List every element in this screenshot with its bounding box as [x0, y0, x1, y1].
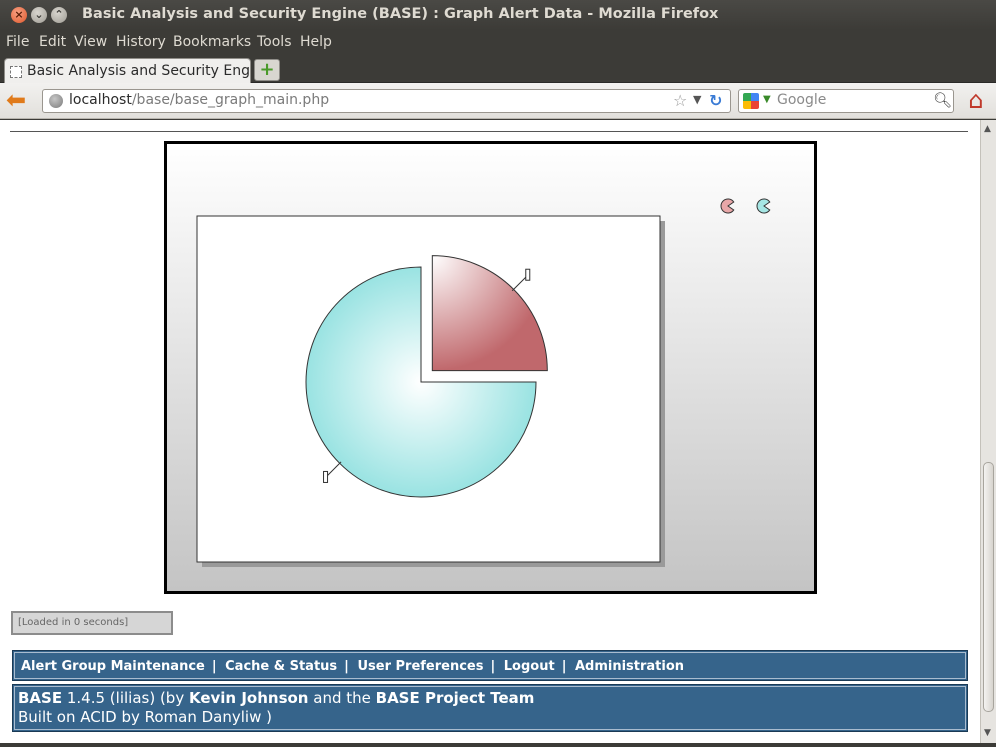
url-host: localhost — [69, 92, 132, 108]
tab-bar: Basic Analysis and Security Eng... + — [0, 56, 996, 84]
footer-credits: BASE 1.4.5 (lilias) (by Kevin Johnson an… — [12, 684, 968, 732]
menu-history[interactable]: History — [116, 34, 166, 50]
and-text: and the — [308, 689, 376, 707]
legend-marker — [720, 198, 735, 214]
chevron-down-icon[interactable]: ▼ — [693, 93, 701, 106]
slice-label-box — [323, 470, 329, 483]
product-name: BASE — [18, 689, 63, 707]
tab-base-graph[interactable]: Basic Analysis and Security Eng... — [4, 58, 251, 84]
graph-panel — [164, 141, 817, 594]
search-engine-dropdown-icon[interactable]: ▼ — [763, 94, 771, 105]
team-name: BASE Project Team — [375, 689, 535, 707]
separator: | — [490, 659, 496, 674]
url-path: /base/base_graph_main.php — [131, 92, 330, 108]
back-arrow-icon[interactable]: ⬅ — [6, 88, 32, 113]
window-close-button[interactable]: × — [11, 7, 27, 23]
globe-icon — [49, 94, 63, 108]
version-text: 1.4.5 (lilias) (by — [62, 689, 189, 707]
window-bottom-border — [0, 743, 996, 747]
link-cache-status[interactable]: Cache & Status — [225, 659, 337, 674]
link-administration[interactable]: Administration — [575, 659, 684, 674]
tab-label: Basic Analysis and Security Eng... — [27, 63, 251, 79]
link-logout[interactable]: Logout — [504, 659, 555, 674]
url-input[interactable]: localhost/base/base_graph_main.php — [69, 92, 329, 108]
scroll-down-arrow-icon[interactable]: ▼ — [984, 728, 991, 738]
window-titlebar: × ⌄ ⌃ Basic Analysis and Security Engine… — [0, 0, 996, 30]
menu-view[interactable]: View — [74, 34, 107, 50]
menu-bar: File Edit View History Bookmarks Tools H… — [0, 30, 996, 56]
home-icon[interactable]: ⌂ — [962, 87, 990, 115]
navigation-bar: ⬅ localhost/base/base_graph_main.php ☆ ▼… — [0, 83, 996, 119]
link-alert-group-maintenance[interactable]: Alert Group Maintenance — [21, 659, 205, 674]
page-icon — [10, 66, 22, 78]
window-minimize-button[interactable]: ⌄ — [31, 7, 47, 23]
url-bar[interactable]: localhost/base/base_graph_main.php ☆ ▼ ↻ — [42, 89, 731, 113]
menu-tools[interactable]: Tools — [257, 34, 292, 50]
pie-chart — [196, 198, 771, 567]
credits-line-2: Built on ACID by Roman Danyliw ) — [18, 708, 272, 726]
menu-help[interactable]: Help — [300, 34, 332, 50]
loaded-status: [Loaded in 0 seconds] — [11, 611, 173, 635]
window-title: Basic Analysis and Security Engine (BASE… — [82, 6, 719, 22]
divider — [10, 131, 968, 132]
new-tab-button[interactable]: + — [254, 59, 280, 81]
search-bar[interactable]: ▼ Google 🔍︎ — [738, 89, 954, 113]
page-content: [Loaded in 0 seconds] Alert Group Mainte… — [0, 120, 980, 743]
separator: | — [561, 659, 567, 674]
menu-bookmarks[interactable]: Bookmarks — [173, 34, 251, 50]
window-maximize-button[interactable]: ⌃ — [51, 7, 67, 23]
legend-marker — [756, 198, 771, 214]
reload-icon[interactable]: ↻ — [709, 91, 722, 110]
bookmark-star-icon[interactable]: ☆ — [673, 91, 687, 110]
menu-edit[interactable]: Edit — [39, 34, 66, 50]
separator: | — [344, 659, 349, 674]
footer-navigation: Alert Group Maintenance | Cache & Status |… — [12, 650, 968, 681]
search-icon[interactable]: 🔍︎ — [933, 91, 952, 109]
search-input[interactable]: Google — [777, 92, 826, 108]
author-name: Kevin Johnson — [188, 689, 309, 707]
google-icon[interactable] — [743, 93, 759, 109]
scrollbar-thumb[interactable] — [983, 462, 994, 712]
separator: | — [211, 659, 217, 674]
slice-label-box — [525, 268, 531, 281]
menu-file[interactable]: File — [6, 34, 29, 50]
scroll-up-arrow-icon[interactable]: ▲ — [984, 124, 991, 134]
credits-line-1: BASE 1.4.5 (lilias) (by Kevin Johnson an… — [18, 689, 967, 708]
link-user-preferences[interactable]: User Preferences — [357, 659, 483, 674]
vertical-scrollbar[interactable]: ▲ ▼ — [980, 120, 996, 743]
